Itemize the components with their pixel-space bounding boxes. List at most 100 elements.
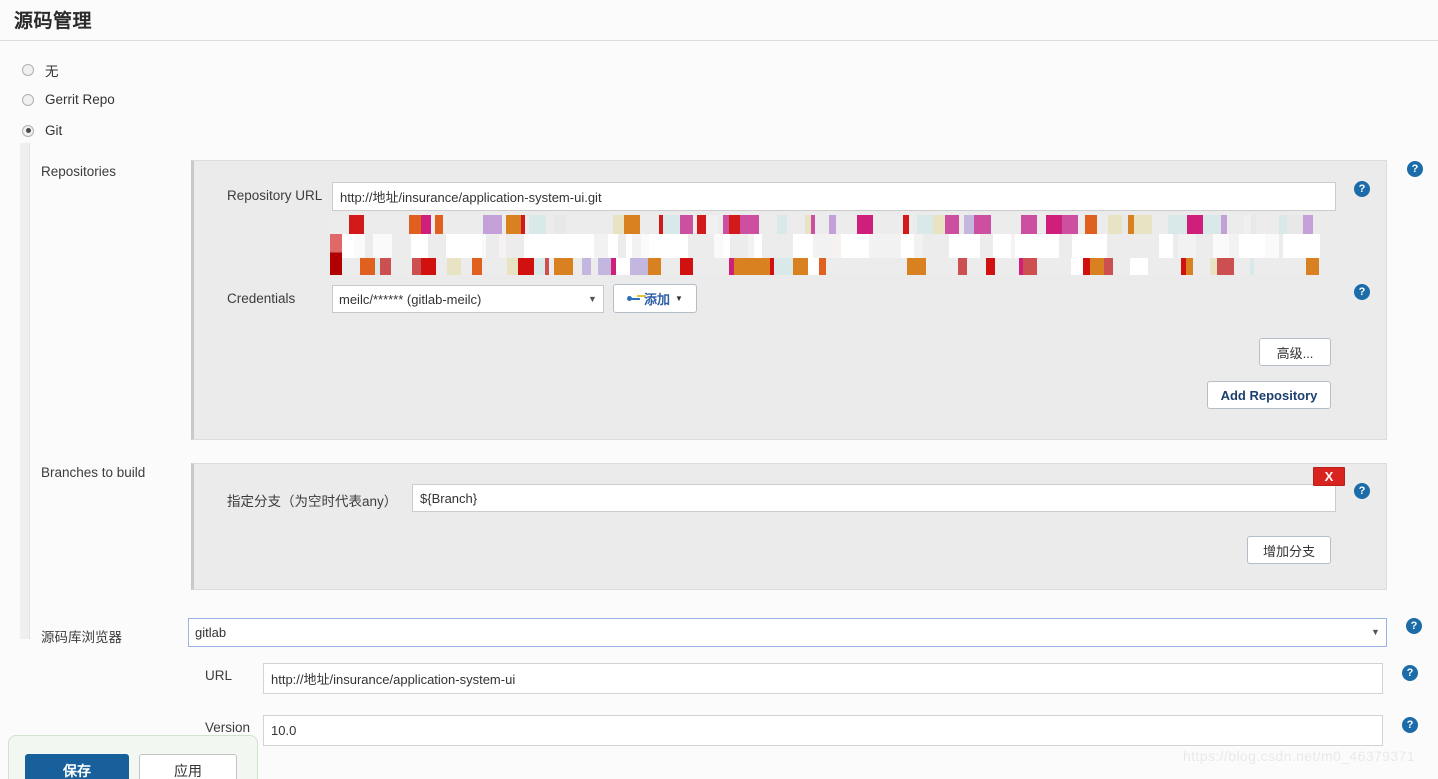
page-title: 源码管理 xyxy=(14,11,93,32)
mosaic-cell xyxy=(873,215,885,234)
radio-git[interactable] xyxy=(22,124,34,137)
credentials-help-icon[interactable]: ? xyxy=(1354,284,1370,300)
mosaic-cell xyxy=(680,258,693,275)
mosaic-cell xyxy=(577,234,594,258)
mosaic-cell xyxy=(482,258,497,275)
mosaic-cell xyxy=(649,234,668,258)
repository-browser-help-icon[interactable]: ? xyxy=(1406,618,1422,634)
key-icon xyxy=(627,294,641,303)
mosaic-cell xyxy=(598,258,611,275)
mosaic-cell xyxy=(959,234,970,258)
mosaic-cell xyxy=(819,258,826,275)
mosaic-cell xyxy=(1234,258,1250,275)
browser-version-label: Version xyxy=(205,720,251,735)
mosaic-cell xyxy=(342,258,350,275)
mosaic-cell xyxy=(901,234,914,258)
mosaic-cell xyxy=(829,215,836,234)
mosaic-cell xyxy=(970,234,980,258)
mosaic-cell xyxy=(1193,258,1210,275)
mosaic-cell xyxy=(472,258,482,275)
mosaic-cell xyxy=(774,258,793,275)
repository-url-help-icon[interactable]: ? xyxy=(1354,181,1370,197)
mosaic-cell xyxy=(974,215,991,234)
mosaic-cell xyxy=(1210,258,1217,275)
add-credentials-button[interactable]: 添加 ▼ xyxy=(613,284,697,313)
repositories-section-help-icon[interactable]: ? xyxy=(1407,161,1423,177)
mosaic-cell xyxy=(566,215,574,234)
mosaic-cell xyxy=(848,215,857,234)
redacted-message-block xyxy=(330,215,1320,275)
mosaic-cell xyxy=(1041,234,1059,258)
mosaic-cell xyxy=(613,215,624,234)
mosaic-cell xyxy=(1254,258,1261,275)
repository-url-input[interactable] xyxy=(332,182,1336,211)
mosaic-cell xyxy=(907,258,926,275)
branch-spec-label: 指定分支（为空时代表any） xyxy=(227,494,398,509)
browser-version-input[interactable] xyxy=(263,715,1383,746)
mosaic-cell xyxy=(1085,215,1097,234)
delete-branch-button[interactable]: X xyxy=(1313,467,1345,486)
mosaic-cell xyxy=(1233,215,1244,234)
credentials-label: Credentials xyxy=(227,291,296,306)
scm-option-none-label: 无 xyxy=(45,64,59,79)
mosaic-cell xyxy=(934,234,949,258)
mosaic-cell xyxy=(681,234,688,258)
mosaic-cell xyxy=(1261,258,1277,275)
mosaic-cell xyxy=(561,234,577,258)
mosaic-cell xyxy=(759,215,777,234)
mosaic-cell xyxy=(497,258,507,275)
mosaic-cell xyxy=(434,234,442,258)
scm-option-none[interactable]: 无 xyxy=(22,60,59,80)
mosaic-cell xyxy=(836,215,848,234)
radio-gerrit-repo[interactable] xyxy=(22,93,34,106)
mosaic-cell xyxy=(594,234,608,258)
left-indent-strip xyxy=(20,143,30,639)
mosaic-cell xyxy=(967,258,976,275)
browser-version-help-icon[interactable]: ? xyxy=(1402,717,1418,733)
apply-button[interactable]: 应用 xyxy=(139,754,237,779)
scm-option-git[interactable]: Git xyxy=(22,123,62,138)
mosaic-cell xyxy=(1090,234,1107,258)
browser-url-input[interactable] xyxy=(263,663,1383,694)
mosaic-cell xyxy=(341,234,354,258)
mosaic-cell xyxy=(365,234,373,258)
mosaic-cell xyxy=(917,215,933,234)
mosaic-cell xyxy=(1229,234,1239,258)
mosaic-cell xyxy=(594,215,613,234)
mosaic-cell xyxy=(1283,234,1295,258)
mosaic-cell xyxy=(411,234,428,258)
mosaic-cell xyxy=(1239,234,1258,258)
advanced-button[interactable]: 高级... xyxy=(1259,338,1331,366)
branch-spec-help-icon[interactable]: ? xyxy=(1354,483,1370,499)
mosaic-cell xyxy=(1037,215,1046,234)
title-divider xyxy=(0,40,1438,41)
scm-option-gerrit-repo[interactable]: Gerrit Repo xyxy=(22,92,115,107)
mosaic-cell xyxy=(1083,258,1090,275)
radio-none[interactable] xyxy=(22,64,34,76)
mosaic-cell xyxy=(1134,215,1152,234)
mosaic-cell xyxy=(483,215,502,234)
add-repository-button[interactable]: Add Repository xyxy=(1207,381,1331,409)
mosaic-cell xyxy=(443,215,453,234)
mosaic-cell xyxy=(554,215,566,234)
browser-url-help-icon[interactable]: ? xyxy=(1402,665,1418,681)
add-branch-button[interactable]: 增加分支 xyxy=(1247,536,1331,564)
mosaic-cell xyxy=(391,258,408,275)
credentials-select[interactable]: meilc/****** (gitlab-meilc) xyxy=(332,285,604,313)
mosaic-cell xyxy=(819,215,829,234)
mosaic-cell xyxy=(1164,258,1175,275)
repository-browser-select[interactable]: gitlab xyxy=(188,618,1387,647)
scm-option-git-label: Git xyxy=(45,123,63,138)
mosaic-cell xyxy=(1186,258,1193,275)
mosaic-cell xyxy=(506,215,521,234)
mosaic-cell xyxy=(641,234,649,258)
scm-option-gerrit-repo-label: Gerrit Repo xyxy=(45,92,115,107)
mosaic-cell xyxy=(391,215,409,234)
mosaic-cell xyxy=(1090,258,1104,275)
mosaic-cell xyxy=(461,258,472,275)
save-button[interactable]: 保存 xyxy=(25,754,129,779)
mosaic-cell xyxy=(409,215,421,234)
mosaic-cell xyxy=(546,215,554,234)
branch-spec-input[interactable] xyxy=(412,484,1336,512)
mosaic-cell xyxy=(933,215,945,234)
